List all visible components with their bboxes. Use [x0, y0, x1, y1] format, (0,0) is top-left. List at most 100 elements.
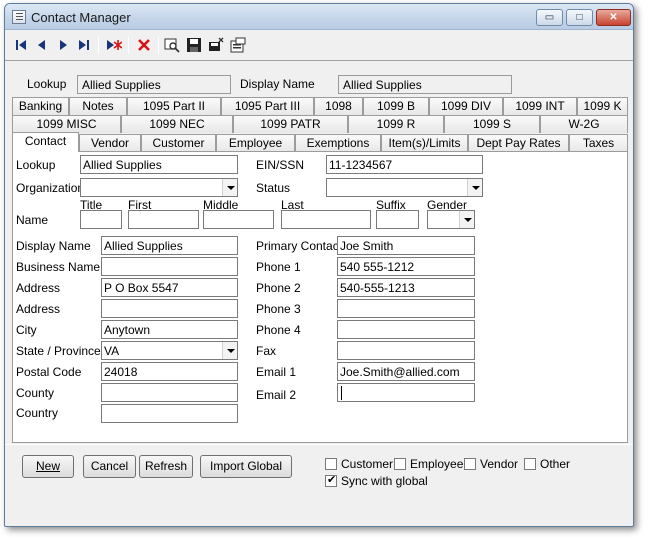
cancel-button[interactable]: Cancel [83, 455, 136, 478]
chevron-down-icon[interactable] [467, 179, 482, 196]
tab-employee[interactable]: Employee [216, 134, 295, 152]
tab-1099-b[interactable]: 1099 B [363, 97, 429, 115]
phone-3-input[interactable] [337, 299, 475, 318]
phone-1-input[interactable]: 540 555-1212 [337, 257, 475, 276]
name-last-input[interactable] [281, 210, 371, 229]
find-icon[interactable] [162, 35, 182, 55]
state-province-dropdown[interactable]: VA [101, 341, 238, 360]
contact-lookup-input[interactable]: Allied Supplies [80, 155, 238, 174]
tab-1098[interactable]: 1098 [314, 97, 363, 115]
tab-dept-pay-rates[interactable]: Dept Pay Rates [468, 134, 569, 152]
status-dropdown[interactable] [326, 178, 483, 197]
chevron-down-icon[interactable] [222, 179, 237, 196]
tab-w-2g[interactable]: W-2G [540, 115, 628, 133]
header-display-name-value: Allied Supplies [338, 75, 512, 94]
other-checkbox[interactable] [524, 458, 536, 470]
toolbar-separator [98, 37, 99, 54]
tab-taxes[interactable]: Taxes [569, 134, 628, 152]
tab-1099-int[interactable]: 1099 INT [503, 97, 577, 115]
county-input[interactable] [101, 383, 238, 402]
toolbar-separator [128, 37, 129, 54]
contact-tab-panel: Lookup Allied Supplies EIN/SSN 11-123456… [12, 151, 628, 443]
email-2-label: Email 2 [256, 388, 297, 402]
tab-banking[interactable]: Banking [12, 97, 69, 115]
next-record-icon[interactable] [53, 35, 73, 55]
close-button[interactable]: ✕ [596, 9, 631, 26]
chevron-down-icon[interactable] [459, 211, 474, 228]
minimize-button[interactable]: ▭ [536, 9, 563, 26]
email-1-input[interactable]: Joe.Smith@allied.com [337, 362, 475, 381]
address-2-input[interactable] [101, 299, 238, 318]
new-button[interactable]: New [22, 455, 74, 478]
header-lookup-label: Lookup [27, 77, 67, 91]
properties-icon[interactable] [228, 35, 248, 55]
phone-3-label: Phone 3 [256, 302, 301, 316]
sync-with-global-label: Sync with global [341, 474, 428, 488]
print-preview-icon[interactable] [206, 35, 226, 55]
organization-dropdown[interactable] [80, 178, 238, 197]
phone-4-input[interactable] [337, 320, 475, 339]
tab-1095-part-ii[interactable]: 1095 Part II [127, 97, 221, 115]
primary-contact-input[interactable]: Joe Smith [337, 236, 475, 255]
maximize-button[interactable]: □ [566, 9, 593, 26]
employee-checkbox-label: Employee [410, 457, 464, 471]
country-label: Country [16, 406, 59, 420]
tab-1099-patr[interactable]: 1099 PATR [233, 115, 348, 133]
gender-dropdown[interactable] [427, 210, 475, 229]
app-icon [12, 10, 26, 24]
tab-1099-s[interactable]: 1099 S [444, 115, 540, 133]
employee-checkbox[interactable] [394, 458, 406, 470]
address-1-input[interactable]: P O Box 5547 [101, 278, 238, 297]
postal-code-label: Postal Code [16, 365, 82, 379]
business-name-input[interactable] [101, 257, 238, 276]
title-bar[interactable]: Contact Manager ▭ □ ✕ [5, 4, 633, 30]
tab-exemptions[interactable]: Exemptions [295, 134, 381, 152]
header-lookup-value: Allied Supplies [77, 75, 231, 94]
new-button-label: New [35, 459, 60, 473]
name-middle-input[interactable] [203, 210, 274, 229]
customer-checkbox[interactable] [325, 458, 337, 470]
phone-2-label: Phone 2 [256, 281, 301, 295]
refresh-button[interactable]: Refresh [139, 455, 193, 478]
tab-1099-nec[interactable]: 1099 NEC [121, 115, 233, 133]
tab-vendor[interactable]: Vendor [79, 134, 141, 152]
tab-items-limits[interactable]: Item(s)/Limits [381, 134, 468, 152]
tab-1099-misc[interactable]: 1099 MISC [12, 115, 121, 133]
name-label: Name [16, 213, 49, 227]
save-icon[interactable] [184, 35, 204, 55]
postal-code-input[interactable]: 24018 [101, 362, 238, 381]
tab-contact[interactable]: Contact [12, 132, 79, 152]
contact-manager-window: Contact Manager ▭ □ ✕ Lookup Allied Supp… [4, 3, 634, 527]
address-2-label: Address [16, 302, 61, 316]
display-name-input[interactable]: Allied Supplies [101, 236, 238, 255]
previous-record-icon[interactable] [32, 35, 52, 55]
client-area: Lookup Allied Supplies Display Name Alli… [5, 60, 633, 526]
email-1-label: Email 1 [256, 365, 297, 379]
name-suffix-input[interactable] [376, 210, 419, 229]
tab-1099-r[interactable]: 1099 R [348, 115, 444, 133]
tab-1095-part-iii[interactable]: 1095 Part III [221, 97, 314, 115]
first-record-icon[interactable] [11, 35, 31, 55]
tab-customer[interactable]: Customer [141, 134, 216, 152]
sync-with-global-checkbox[interactable] [325, 473, 337, 487]
city-input[interactable]: Anytown [101, 320, 238, 339]
tab-1099-k[interactable]: 1099 K [577, 97, 628, 115]
country-input[interactable] [101, 404, 238, 423]
new-record-icon[interactable] [104, 35, 124, 55]
tab-notes[interactable]: Notes [69, 97, 127, 115]
toolbar [5, 31, 633, 59]
chevron-down-icon[interactable] [222, 342, 237, 359]
name-title-input[interactable] [80, 210, 122, 229]
vendor-checkbox[interactable] [464, 458, 476, 470]
phone-2-input[interactable]: 540-555-1213 [337, 278, 475, 297]
last-record-icon[interactable] [74, 35, 94, 55]
ein-ssn-input[interactable]: 11-1234567 [326, 155, 483, 174]
delete-record-icon[interactable] [134, 35, 154, 55]
email-2-input[interactable] [337, 383, 475, 402]
import-global-button[interactable]: Import Global [200, 455, 292, 478]
business-name-label: Business Name [16, 260, 101, 274]
name-first-input[interactable] [128, 210, 199, 229]
fax-input[interactable] [337, 341, 475, 360]
contact-lookup-label: Lookup [16, 158, 56, 172]
tab-1099-div[interactable]: 1099 DIV [429, 97, 503, 115]
